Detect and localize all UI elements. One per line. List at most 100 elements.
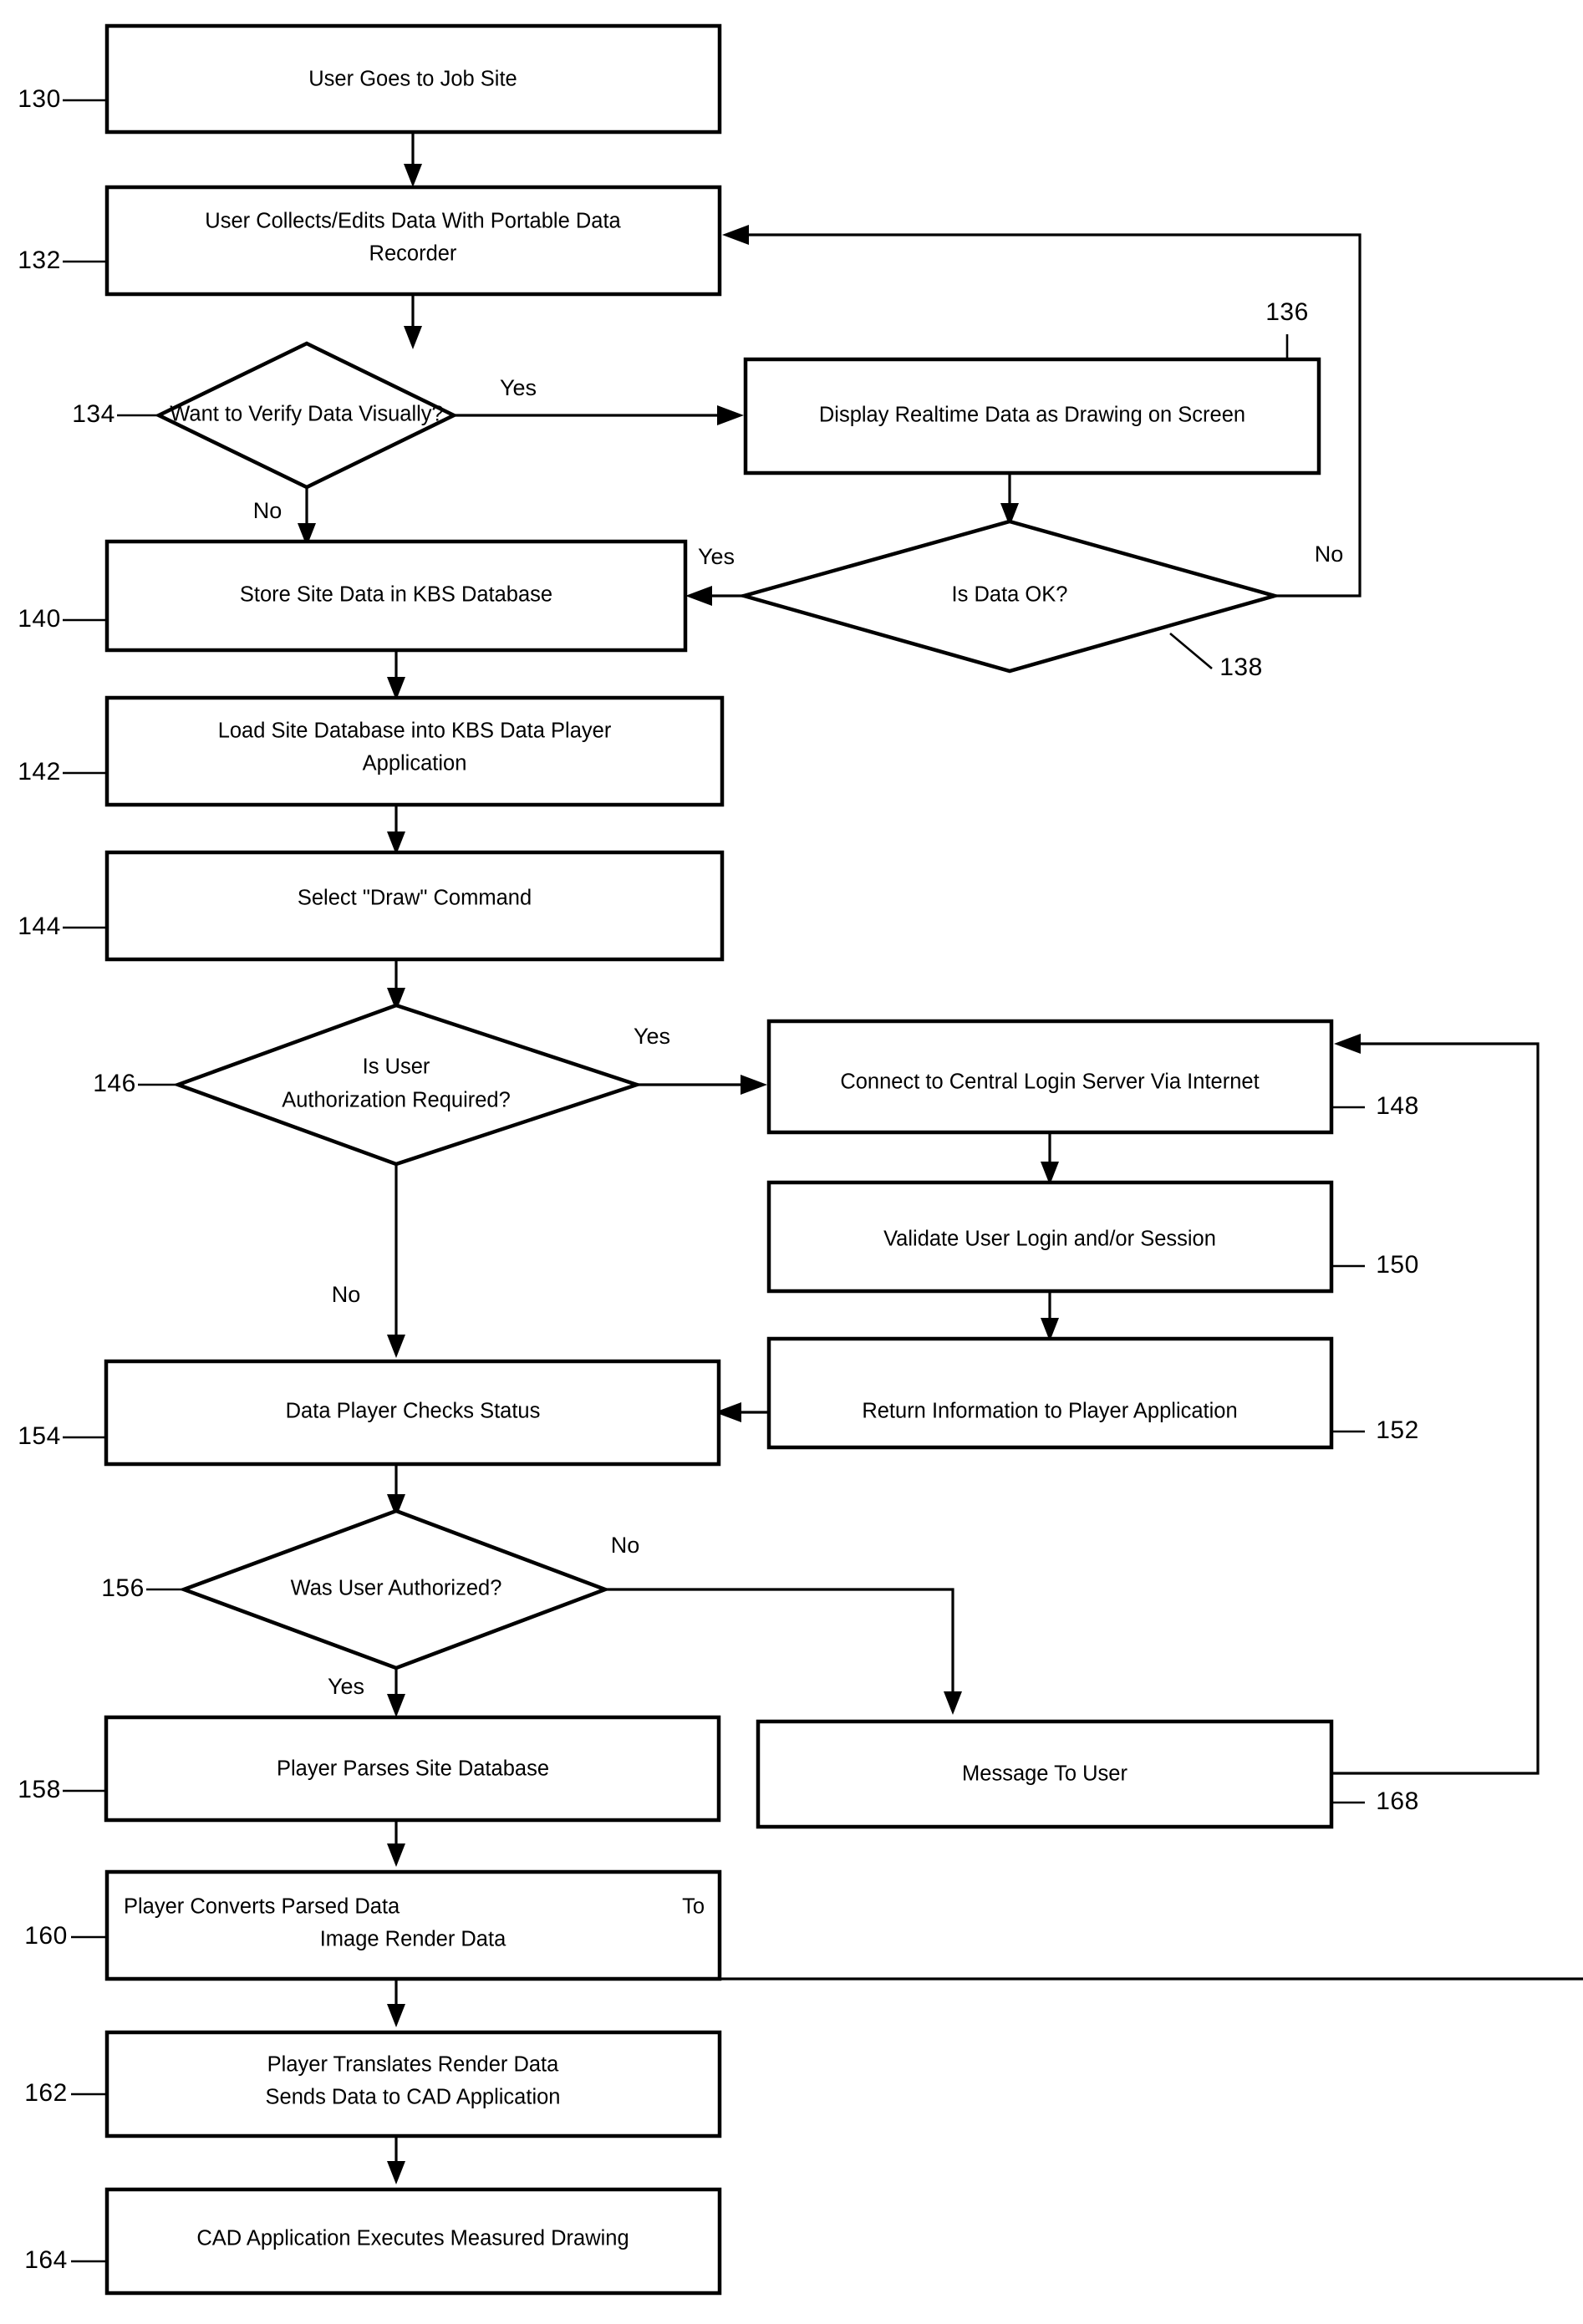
node-162: Player Translates Render Data Sends Data… (104, 2030, 722, 2138)
connector-152-154 (715, 1402, 769, 1422)
node-136: Display Realtime Data as Drawing on Scre… (743, 357, 1321, 475)
node-160-label-line1: Player Converts Parsed Data (124, 1895, 400, 1919)
ref-142-number: 142 (18, 758, 61, 786)
ref-152-number: 152 (1376, 1416, 1419, 1444)
node-150-label: Validate User Login and/or Session (883, 1228, 1216, 1251)
ref-150-number: 150 (1376, 1251, 1419, 1279)
ref-160-number: 160 (24, 1922, 68, 1950)
ref-132: 132 (18, 247, 107, 274)
node-132-label-line2: Recorder (369, 242, 457, 266)
branch-label-134-no: No (253, 498, 282, 523)
connector-136-138 (1000, 473, 1019, 526)
ref-168-number: 168 (1376, 1787, 1419, 1815)
node-154-label: Data Player Checks Status (286, 1400, 541, 1423)
ref-134: 134 (72, 400, 159, 428)
connector-134-yes-136: Yes (454, 375, 744, 425)
node-148: Connect to Central Login Server Via Inte… (766, 1019, 1334, 1135)
ref-156-number: 156 (101, 1574, 145, 1602)
connector-156-no-168: No (605, 1533, 962, 1715)
node-146-diamond (172, 1003, 644, 1167)
node-162-box (104, 2030, 722, 2138)
ref-144: 144 (18, 913, 107, 940)
ref-146-number: 146 (93, 1070, 136, 1097)
node-148-label: Connect to Central Login Server Via Inte… (840, 1070, 1259, 1094)
node-150: Validate User Login and/or Session (766, 1180, 1334, 1294)
node-146-label-line2: Authorization Required? (282, 1089, 511, 1112)
ref-156: 156 (101, 1574, 184, 1602)
connector-150-152 (1041, 1291, 1059, 1341)
ref-160: 160 (24, 1922, 107, 1950)
node-156-label: Was User Authorized? (291, 1577, 502, 1600)
connector-142-144 (387, 805, 405, 855)
ref-138-number: 138 (1219, 653, 1263, 681)
node-138-label: Is Data OK? (952, 583, 1068, 607)
node-168: Message To User (756, 1719, 1334, 1829)
ref-150: 150 (1331, 1251, 1419, 1279)
branch-label-146-no: No (332, 1282, 361, 1307)
ref-132-number: 132 (18, 247, 61, 274)
connector-160-162 (387, 1977, 1583, 2027)
branch-label-156-yes: Yes (328, 1674, 364, 1699)
node-158-label: Player Parses Site Database (277, 1757, 549, 1781)
node-130: User Goes to Job Site (104, 23, 722, 135)
node-132: User Collects/Edits Data With Portable D… (104, 185, 722, 297)
node-158: Player Parses Site Database (104, 1715, 721, 1823)
ref-146: 146 (93, 1070, 178, 1097)
node-146: Is User Authorization Required? (172, 1003, 644, 1167)
node-168-label: Message To User (962, 1762, 1127, 1786)
node-132-box (104, 185, 722, 297)
ref-142: 142 (18, 758, 107, 786)
node-138: Is Data OK? (736, 519, 1282, 674)
node-162-label-line2: Sends Data to CAD Application (266, 2086, 561, 2109)
node-160: Player Converts Parsed Data To Image Ren… (104, 1869, 722, 1981)
ref-158: 158 (18, 1776, 106, 1803)
connector-148-150 (1041, 1132, 1059, 1185)
branch-label-138-no: No (1315, 542, 1344, 567)
node-152: Return Information to Player Application (766, 1336, 1334, 1450)
ref-162-number: 162 (24, 2079, 68, 2107)
flowchart-canvas: User Goes to Job Site 130 User Collects/… (18, 23, 1583, 2296)
node-130-label: User Goes to Job Site (308, 68, 517, 91)
connector-130-132 (404, 132, 422, 187)
node-142-label-line2: Application (363, 752, 467, 776)
node-160-box (104, 1869, 722, 1981)
branch-label-134-yes: Yes (500, 375, 537, 400)
node-134-label: Want to Verify Data Visually? (170, 403, 443, 426)
node-164: CAD Application Executes Measured Drawin… (104, 2187, 722, 2296)
ref-154-number: 154 (18, 1422, 61, 1450)
node-134: Want to Verify Data Visually? (154, 341, 459, 490)
node-146-label-line1: Is User (363, 1055, 430, 1079)
node-156: Was User Authorized? (178, 1508, 611, 1671)
connector-168-148-feedback (1331, 1034, 1540, 1775)
node-164-label: CAD Application Executes Measured Drawin… (196, 2227, 629, 2250)
ref-138: 138 (1169, 633, 1263, 681)
ref-140-number: 140 (18, 605, 61, 633)
ref-154: 154 (18, 1422, 106, 1450)
ref-164-number: 164 (24, 2246, 68, 2274)
node-140-label: Store Site Data in KBS Database (240, 583, 552, 607)
ref-148-number: 148 (1376, 1092, 1419, 1120)
connector-158-160 (387, 1820, 405, 1867)
node-140: Store Site Data in KBS Database (104, 539, 688, 653)
ref-136-number: 136 (1265, 298, 1309, 326)
branch-label-156-no: No (611, 1533, 640, 1558)
branch-label-138-yes: Yes (698, 544, 735, 569)
ref-152: 152 (1331, 1416, 1419, 1444)
ref-168: 168 (1331, 1787, 1419, 1815)
connector-138-yes-140: Yes (685, 544, 744, 606)
node-152-label: Return Information to Player Application (862, 1400, 1237, 1423)
ref-148: 148 (1331, 1092, 1419, 1120)
connector-132-134 (404, 294, 422, 349)
branch-label-146-yes: Yes (634, 1024, 670, 1049)
connector-140-142 (387, 650, 405, 700)
node-136-label: Display Realtime Data as Drawing on Scre… (819, 404, 1245, 427)
ref-164: 164 (24, 2246, 107, 2274)
ref-140: 140 (18, 605, 107, 633)
connector-146-no-154: No (332, 1164, 405, 1358)
connector-146-yes-148: Yes (634, 1024, 767, 1095)
node-160-label-to: To (682, 1895, 705, 1919)
ref-158-number: 158 (18, 1776, 61, 1803)
flowchart-diagram: User Goes to Job Site 130 User Collects/… (0, 0, 1583, 2324)
ref-130-number: 130 (18, 85, 61, 113)
node-142: Load Site Database into KBS Data Player … (104, 695, 725, 807)
